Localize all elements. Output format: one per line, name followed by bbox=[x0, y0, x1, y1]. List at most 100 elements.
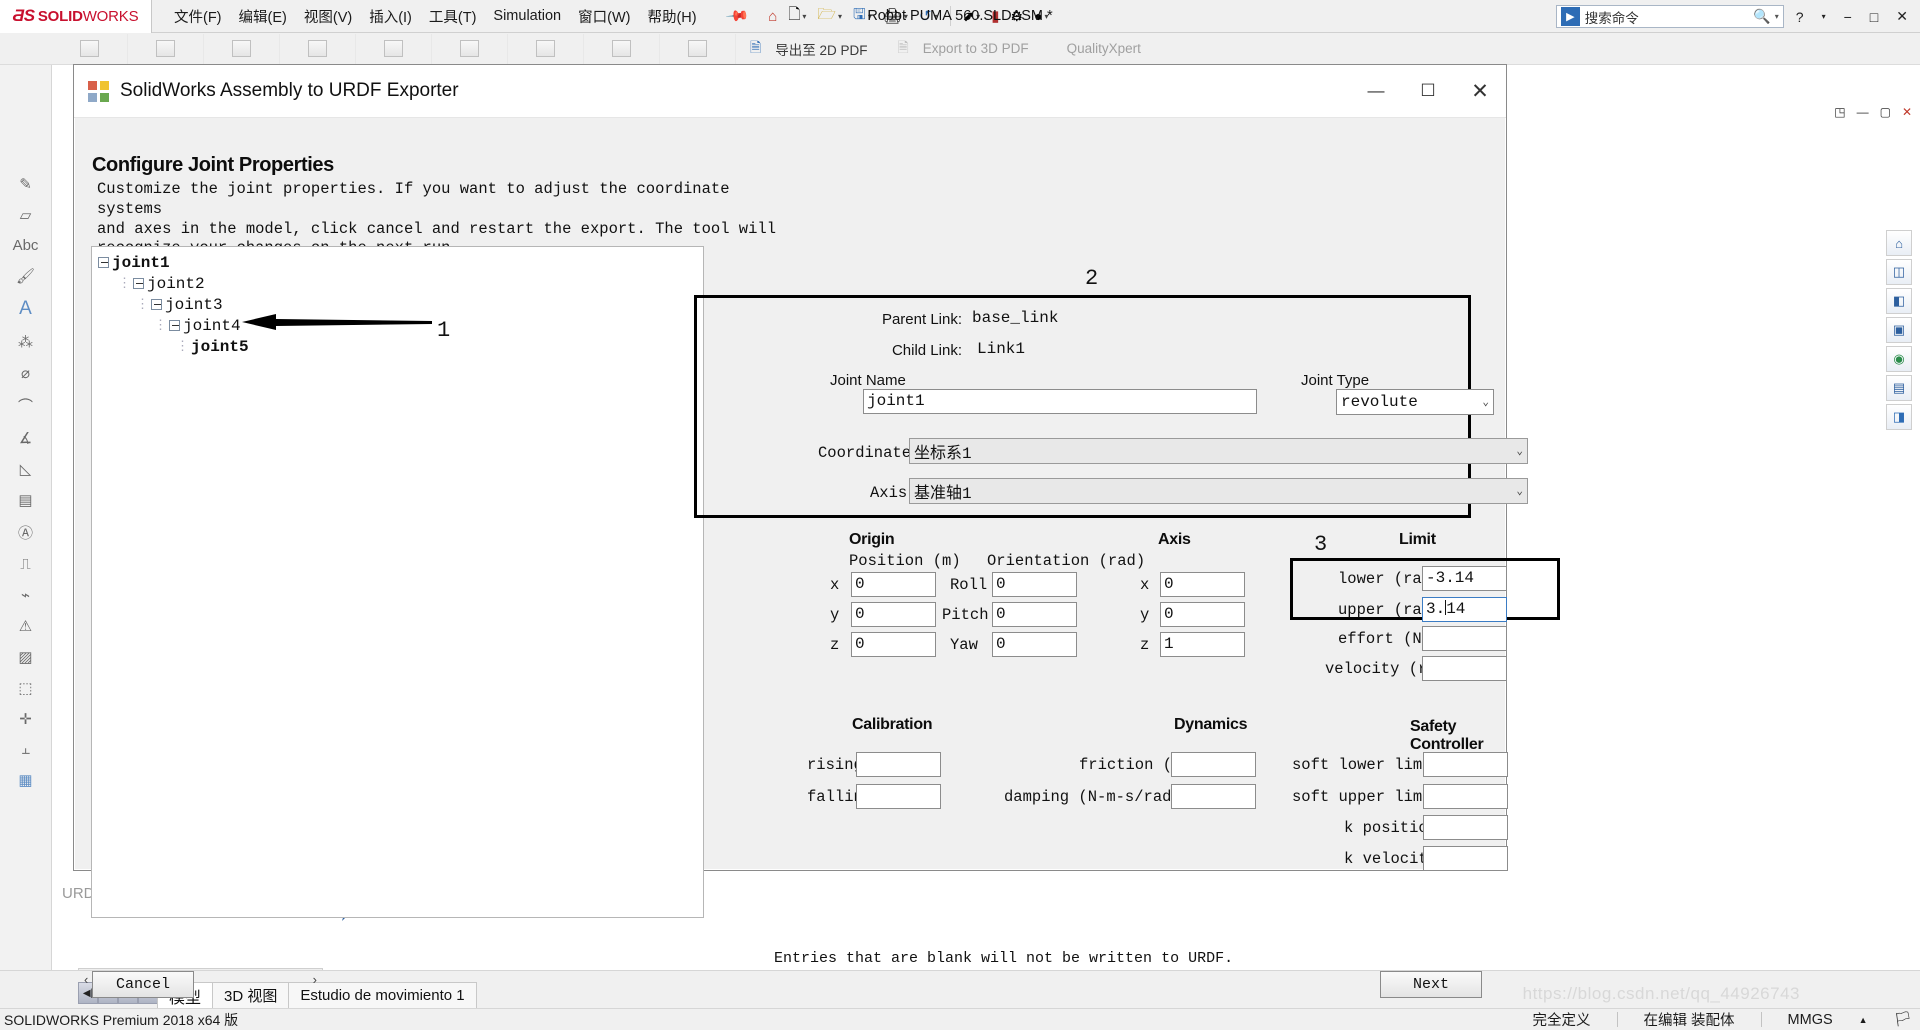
doc-minimize-icon[interactable]: — bbox=[1857, 105, 1869, 119]
menu-item-view[interactable]: 视图(V) bbox=[304, 6, 352, 27]
measure-icon[interactable]: ▮ bbox=[987, 5, 1003, 27]
chamfer-tool-icon[interactable]: ◺ bbox=[20, 460, 32, 478]
toolbar-button-7[interactable] bbox=[508, 33, 584, 64]
appearance-icon[interactable]: ● ▾ bbox=[1030, 6, 1052, 26]
chevron-down-icon[interactable]: ⌄ bbox=[1516, 484, 1523, 498]
surface-finish-icon[interactable]: ⎍ bbox=[20, 556, 31, 573]
axis-z-input[interactable]: 1 bbox=[1160, 632, 1245, 657]
grid-icon[interactable]: ▦ bbox=[18, 771, 32, 789]
dialog-maximize-button[interactable]: ☐ bbox=[1402, 65, 1454, 118]
hide-show-items-icon[interactable]: ▤ bbox=[1886, 375, 1912, 401]
radius-tool-icon[interactable]: ⌒ bbox=[18, 395, 33, 416]
tree-expander-icon[interactable] bbox=[98, 257, 109, 268]
weld-symbol-icon[interactable]: ⌁ bbox=[21, 586, 30, 604]
menu-item-edit[interactable]: 编辑(E) bbox=[239, 6, 287, 27]
display-style-icon[interactable]: ◉ bbox=[1886, 346, 1912, 372]
status-units[interactable]: MMGS bbox=[1788, 1012, 1833, 1028]
safety-k-position-input[interactable] bbox=[1423, 815, 1508, 840]
toolbar-button-2[interactable] bbox=[128, 33, 204, 64]
origin-icon[interactable]: ✛ bbox=[19, 710, 32, 728]
limit-velocity-input[interactable] bbox=[1422, 656, 1507, 681]
search-dropdown-icon[interactable]: ▾ bbox=[1775, 12, 1779, 21]
axis-y-input[interactable]: 0 bbox=[1160, 602, 1245, 627]
origin-roll-input[interactable]: 0 bbox=[992, 572, 1077, 597]
menu-item-tools[interactable]: 工具(T) bbox=[429, 6, 477, 27]
tree-expander-icon[interactable] bbox=[169, 320, 180, 331]
safety-soft-upper-limit-input[interactable] bbox=[1423, 784, 1508, 809]
search-icon[interactable]: 🔍 bbox=[1753, 8, 1770, 25]
dynamics-damping-input[interactable] bbox=[1171, 784, 1256, 809]
save-icon[interactable]: 🖫 ▾ bbox=[849, 2, 876, 31]
toolbar-button-1[interactable] bbox=[52, 33, 128, 64]
help-dropdown-icon[interactable]: ▾ bbox=[1816, 12, 1832, 21]
toolbar-button-3[interactable] bbox=[204, 33, 280, 64]
tree-item-joint5[interactable]: ⋮ joint5 bbox=[98, 336, 703, 357]
balloon-tool-icon[interactable]: Ⓐ bbox=[18, 522, 33, 543]
coordinates-select[interactable]: 坐标系1 ⌄ bbox=[909, 438, 1528, 464]
status-rebuild-icon[interactable]: 🏳 bbox=[1894, 1011, 1912, 1028]
search-command-box[interactable]: ▶ 搜索命令 🔍 ▾ bbox=[1555, 5, 1784, 28]
datum-icon[interactable]: ⚠ bbox=[19, 617, 32, 635]
search-input[interactable]: 搜索命令 bbox=[1585, 7, 1639, 27]
doc-maximize-icon[interactable]: ▢ bbox=[1880, 105, 1891, 119]
status-units-dropdown-icon[interactable]: ▲ bbox=[1859, 1015, 1868, 1025]
limit-effort-input[interactable] bbox=[1422, 626, 1507, 651]
maximize-button[interactable]: □ bbox=[1864, 9, 1884, 25]
tree-expander-icon[interactable] bbox=[151, 299, 162, 310]
help-button[interactable]: ? bbox=[1790, 9, 1810, 25]
cancel-button[interactable]: Cancel bbox=[92, 971, 194, 998]
export-2d-pdf-label[interactable]: 导出至 2D PDF bbox=[775, 39, 867, 59]
dimension-tool-icon[interactable]: ⌀ bbox=[21, 364, 30, 382]
toolbar-button-5[interactable] bbox=[356, 33, 432, 64]
scroll-right-icon[interactable]: › bbox=[313, 972, 317, 987]
tab-3d-view[interactable]: 3D 视图 bbox=[212, 982, 290, 1008]
tree-item-joint3[interactable]: ⋮ joint3 bbox=[98, 294, 703, 315]
dialog-close-button[interactable]: ✕ bbox=[1454, 65, 1506, 118]
rectangle-tool-icon[interactable]: ▱ bbox=[20, 206, 32, 224]
tree-item-joint1[interactable]: joint1 bbox=[98, 252, 703, 273]
menu-item-simulation[interactable]: Simulation bbox=[493, 8, 561, 24]
dynamics-friction-input[interactable] bbox=[1171, 752, 1256, 777]
view-orientation-icon[interactable]: ▣ bbox=[1886, 317, 1912, 343]
minimize-button[interactable]: − bbox=[1838, 9, 1858, 25]
next-button[interactable]: Next bbox=[1380, 971, 1482, 998]
menu-item-insert[interactable]: 插入(I) bbox=[369, 6, 412, 27]
table-tool-icon[interactable]: ▤ bbox=[18, 491, 32, 509]
view-orientation-toolbar[interactable]: ⌂ ◫ ◧ ▣ ◉ ▤ ◨ bbox=[1886, 230, 1912, 430]
line-tool-icon[interactable]: ✎ bbox=[19, 175, 32, 193]
angle-tool-icon[interactable]: ∡ bbox=[19, 429, 32, 447]
hatch-icon[interactable]: ▨ bbox=[18, 648, 32, 666]
toolbar-button-4[interactable] bbox=[280, 33, 356, 64]
dialog-minimize-button[interactable]: — bbox=[1350, 65, 1402, 118]
section-view-icon[interactable]: ◧ bbox=[1886, 288, 1912, 314]
origin-x-input[interactable]: 0 bbox=[851, 572, 936, 597]
settings-icon[interactable]: ⚙ bbox=[1007, 6, 1028, 27]
close-button[interactable]: ✕ bbox=[1890, 8, 1914, 25]
document-window-controls[interactable]: ◳ — ▢ ✕ bbox=[1834, 105, 1912, 119]
new-document-icon[interactable]: 🗋 ▾ bbox=[784, 2, 810, 31]
pattern-tool-icon[interactable]: ⁂ bbox=[18, 333, 33, 351]
tree-expander-icon[interactable] bbox=[133, 278, 144, 289]
calibration-falling-input[interactable] bbox=[856, 784, 941, 809]
home-icon[interactable]: ⌂ bbox=[764, 6, 781, 27]
apply-scene-icon[interactable]: ◨ bbox=[1886, 404, 1912, 430]
chevron-down-icon[interactable]: ⌄ bbox=[1482, 395, 1489, 409]
tree-item-joint2[interactable]: ⋮ joint2 bbox=[98, 273, 703, 294]
axis-x-input[interactable]: 0 bbox=[1160, 572, 1245, 597]
origin-yaw-input[interactable]: 0 bbox=[992, 632, 1077, 657]
origin-y-input[interactable]: 0 bbox=[851, 602, 936, 627]
menu-item-file[interactable]: 文件(F) bbox=[174, 6, 222, 27]
zoom-to-fit-icon[interactable]: ◫ bbox=[1886, 259, 1912, 285]
select-icon[interactable]: ⬈ ▾ bbox=[959, 6, 985, 27]
undo-icon[interactable]: ↺ ▾ bbox=[915, 5, 942, 27]
toolbar-button-9[interactable] bbox=[660, 33, 736, 64]
joint-name-input[interactable]: joint1 bbox=[863, 389, 1257, 414]
origin-z-input[interactable]: 0 bbox=[851, 632, 936, 657]
text-tool-icon[interactable]: Abc bbox=[13, 237, 39, 254]
chevron-down-icon[interactable]: ⌄ bbox=[1516, 444, 1523, 458]
doc-close-icon[interactable]: ✕ bbox=[1902, 105, 1912, 119]
joint-type-select[interactable]: revolute ⌄ bbox=[1336, 389, 1494, 415]
limit-lower-input[interactable]: -3.14 bbox=[1422, 566, 1507, 591]
joint-tree[interactable]: joint1 ⋮ joint2 ⋮ joint3 ⋮ joint4 ⋮ join… bbox=[91, 246, 704, 918]
pin-icon[interactable]: 📌 bbox=[724, 3, 750, 29]
